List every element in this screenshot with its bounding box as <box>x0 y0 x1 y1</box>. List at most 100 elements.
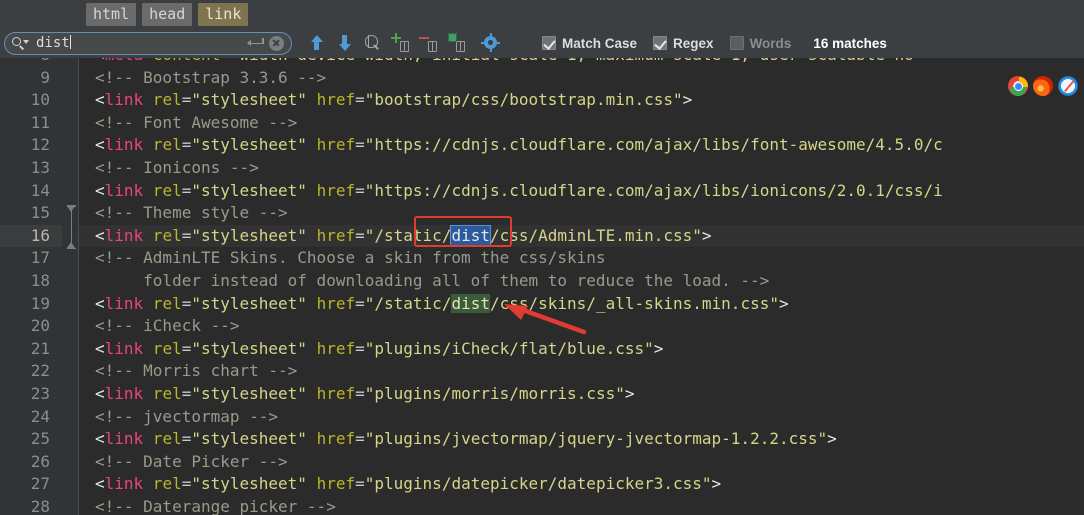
code-line[interactable]: 12 <link rel="stylesheet" href="https://c… <box>0 134 1084 157</box>
search-dropdown-icon[interactable] <box>12 36 29 51</box>
select-all-occurrences-icon[interactable] <box>446 32 468 54</box>
line-number: 26 <box>30 451 50 471</box>
code-token: = <box>355 383 365 403</box>
code-line[interactable]: 19 <link rel="stylesheet" href="/static/d… <box>0 293 1084 316</box>
match-case-checkbox-box[interactable] <box>542 36 556 50</box>
code-token: rel <box>143 429 182 449</box>
match-case-checkbox[interactable]: Match Case <box>542 36 637 51</box>
code-token: "bootstrap/css/bootstrap.min.css" <box>364 90 683 110</box>
code-text: <link rel="stylesheet" href="https://cdn… <box>95 134 943 157</box>
regex-label: Regex <box>673 35 714 51</box>
code-token: "/static/ <box>364 293 452 313</box>
line-number: 20 <box>30 316 50 336</box>
code-token: "stylesheet" <box>191 338 307 358</box>
code-token: <!-- AdminLTE Skins. Choose a skin from … <box>95 248 606 268</box>
code-line[interactable]: 18 folder instead of downloading all of … <box>0 270 1084 293</box>
code-line[interactable]: 13 <!-- Ionicons --> <box>0 157 1084 180</box>
code-token: rel <box>143 135 182 155</box>
code-line[interactable]: 17 <!-- AdminLTE Skins. Choose a skin fro… <box>0 247 1084 270</box>
regex-checkbox-box[interactable] <box>653 36 668 50</box>
regex-checkbox[interactable]: Regex <box>653 36 714 51</box>
line-number: 11 <box>30 112 50 132</box>
code-line[interactable]: 23 <link rel="stylesheet" href="plugins/m… <box>0 383 1084 406</box>
code-token: href <box>306 429 356 449</box>
code-text: <!-- Ionicons --> <box>95 157 259 180</box>
code-line[interactable]: 27 <link rel="stylesheet" href="plugins/d… <box>0 473 1084 496</box>
code-text: <meta content="width=device-width, initi… <box>95 58 914 67</box>
code-text: <!-- Theme style --> <box>95 202 288 225</box>
find-settings-gear-icon[interactable] <box>480 32 502 54</box>
search-input[interactable]: dist <box>4 31 292 55</box>
code-fold-marker[interactable] <box>67 205 76 249</box>
code-token: "stylesheet" <box>191 180 307 200</box>
find-toolbar: dist Match Case Regex Words 16 matches <box>0 28 1084 58</box>
code-token: > <box>711 474 722 494</box>
code-token: rel <box>143 180 182 200</box>
firefox-icon[interactable] <box>1033 76 1053 96</box>
code-lines[interactable]: 8<meta content="width=device-width, init… <box>0 58 1084 515</box>
browser-run-icons[interactable] <box>1003 76 1078 96</box>
find-previous-icon[interactable] <box>306 32 328 54</box>
code-token: = <box>181 474 192 494</box>
code-token: = <box>355 429 365 449</box>
code-line[interactable]: 15 <!-- Theme style --> <box>0 202 1084 225</box>
code-text: <link rel="stylesheet" href="plugins/jve… <box>95 428 837 451</box>
words-checkbox[interactable]: Words <box>729 36 791 51</box>
code-editor[interactable]: 8<meta content="width=device-width, init… <box>0 58 1084 515</box>
code-line[interactable]: 10 <link rel="stylesheet" href="bootstrap… <box>0 89 1084 112</box>
code-token: rel <box>143 383 182 403</box>
breadcrumb-item-link[interactable]: link <box>198 2 249 26</box>
code-token: "stylesheet" <box>191 429 307 449</box>
search-input-text[interactable]: dist <box>36 35 247 51</box>
code-token: "stylesheet" <box>191 135 307 155</box>
code-text: <!-- Font Awesome --> <box>95 112 297 135</box>
code-line[interactable]: 26 <!-- Date Picker --> <box>0 451 1084 474</box>
add-occurrence-icon[interactable] <box>390 32 412 54</box>
code-line[interactable]: 8 <meta content="width=device-width, init… <box>0 58 1084 67</box>
code-text: <link rel="stylesheet" href="https://cdn… <box>95 180 943 203</box>
clear-search-icon[interactable] <box>269 35 284 51</box>
code-text: <link rel="stylesheet" href="/static/dis… <box>95 293 789 316</box>
code-token: "plugins/datepicker/datepicker3.css" <box>364 474 712 494</box>
code-token: "stylesheet" <box>191 293 307 313</box>
line-number: 9 <box>40 67 50 87</box>
chrome-icon[interactable] <box>1008 76 1028 96</box>
code-token: rel <box>143 90 182 110</box>
code-token: "plugins/iCheck/flat/blue.css" <box>364 338 654 358</box>
search-match-selected: dist <box>450 224 491 246</box>
code-token: content <box>143 58 220 64</box>
enter-key-icon[interactable] <box>247 37 264 50</box>
code-token: link <box>104 429 144 449</box>
line-number: 15 <box>30 203 50 223</box>
find-next-icon[interactable] <box>334 32 356 54</box>
filter-icon[interactable] <box>362 32 384 54</box>
code-line[interactable]: 16 <link rel="stylesheet" href="/static/d… <box>0 224 1084 248</box>
code-token: < <box>95 225 105 245</box>
code-line[interactable]: 20 <!-- iCheck --> <box>0 315 1084 338</box>
words-checkbox-box[interactable] <box>729 36 744 50</box>
safari-icon[interactable] <box>1058 76 1078 96</box>
code-line[interactable]: 24 <!-- jvectormap --> <box>0 406 1084 429</box>
breadcrumb-item-head[interactable]: head <box>142 2 193 26</box>
code-token: > <box>701 225 712 245</box>
line-number: 22 <box>30 361 50 381</box>
code-token: < <box>95 135 105 155</box>
code-line[interactable]: 22 <!-- Morris chart --> <box>0 360 1084 383</box>
code-line[interactable]: 25 <link rel="stylesheet" href="plugins/j… <box>0 428 1084 451</box>
code-token: meta <box>105 58 144 64</box>
line-number: 14 <box>30 180 50 200</box>
code-token: rel <box>143 225 182 245</box>
remove-occurrence-icon[interactable] <box>418 32 440 54</box>
code-line[interactable]: 9 <!-- Bootstrap 3.3.6 --> <box>0 67 1084 90</box>
line-number: 18 <box>30 270 50 290</box>
code-token: link <box>104 135 144 155</box>
breadcrumb: html head link <box>0 0 1084 28</box>
code-line[interactable]: 28 <!-- Daterange picker --> <box>0 496 1084 515</box>
text-cursor <box>69 35 71 49</box>
code-line[interactable]: 21 <link rel="stylesheet" href="plugins/i… <box>0 338 1084 361</box>
breadcrumb-item-html[interactable]: html <box>86 2 137 26</box>
code-token: <!-- Font Awesome --> <box>95 112 298 132</box>
line-number: 17 <box>30 248 50 268</box>
code-line[interactable]: 11 <!-- Font Awesome --> <box>0 112 1084 135</box>
code-line[interactable]: 14 <link rel="stylesheet" href="https://c… <box>0 180 1084 203</box>
